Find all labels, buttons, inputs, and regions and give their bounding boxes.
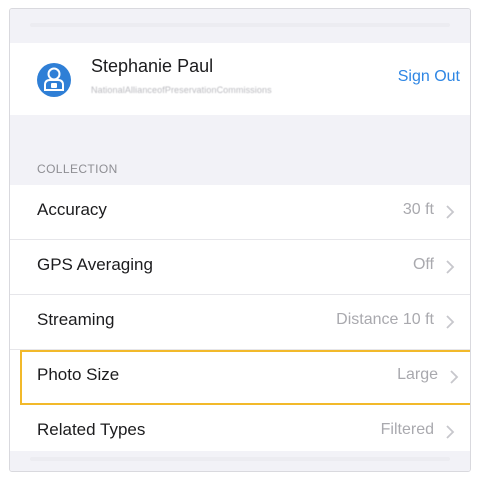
avatar — [37, 63, 71, 97]
collection-section-header: COLLECTION — [37, 162, 118, 176]
row-label: Streaming — [37, 310, 115, 329]
chevron-right-icon — [446, 425, 455, 439]
account-organization: NationalAllianceofPreservationCommission… — [91, 85, 272, 95]
row-value: Large — [397, 366, 438, 383]
account-name: Stephanie Paul — [91, 56, 214, 76]
accuracy-row[interactable]: Accuracy 30 ft — [10, 185, 470, 240]
chevron-right-icon — [446, 205, 455, 219]
top-divider — [10, 9, 470, 33]
bottom-hint-bar — [30, 457, 450, 461]
row-value: Distance 10 ft — [336, 311, 434, 328]
sign-out-button[interactable]: Sign Out — [398, 68, 460, 86]
row-value: 30 ft — [402, 201, 434, 218]
bottom-divider — [10, 451, 470, 471]
top-hint-bar — [30, 23, 450, 27]
row-label: GPS Averaging — [37, 255, 153, 274]
row-label: Related Types — [37, 420, 146, 439]
collection-settings-list: Accuracy 30 ft GPS Averaging Off Streami… — [10, 185, 470, 459]
settings-panel: Stephanie Paul NationalAllianceofPreserv… — [9, 8, 471, 472]
chevron-right-icon — [446, 315, 455, 329]
account-row: Stephanie Paul NationalAllianceofPreserv… — [10, 43, 470, 115]
person-badge-icon — [44, 67, 64, 91]
row-value: Filtered — [380, 421, 434, 438]
gps-averaging-row[interactable]: GPS Averaging Off — [10, 240, 470, 295]
row-label: Photo Size — [37, 365, 120, 384]
row-label: Accuracy — [37, 200, 107, 219]
chevron-right-icon — [446, 260, 455, 274]
streaming-row[interactable]: Streaming Distance 10 ft — [10, 295, 470, 350]
photo-size-row[interactable]: Photo Size Large — [20, 350, 470, 405]
row-value: Off — [412, 256, 434, 273]
chevron-right-icon — [450, 370, 459, 384]
